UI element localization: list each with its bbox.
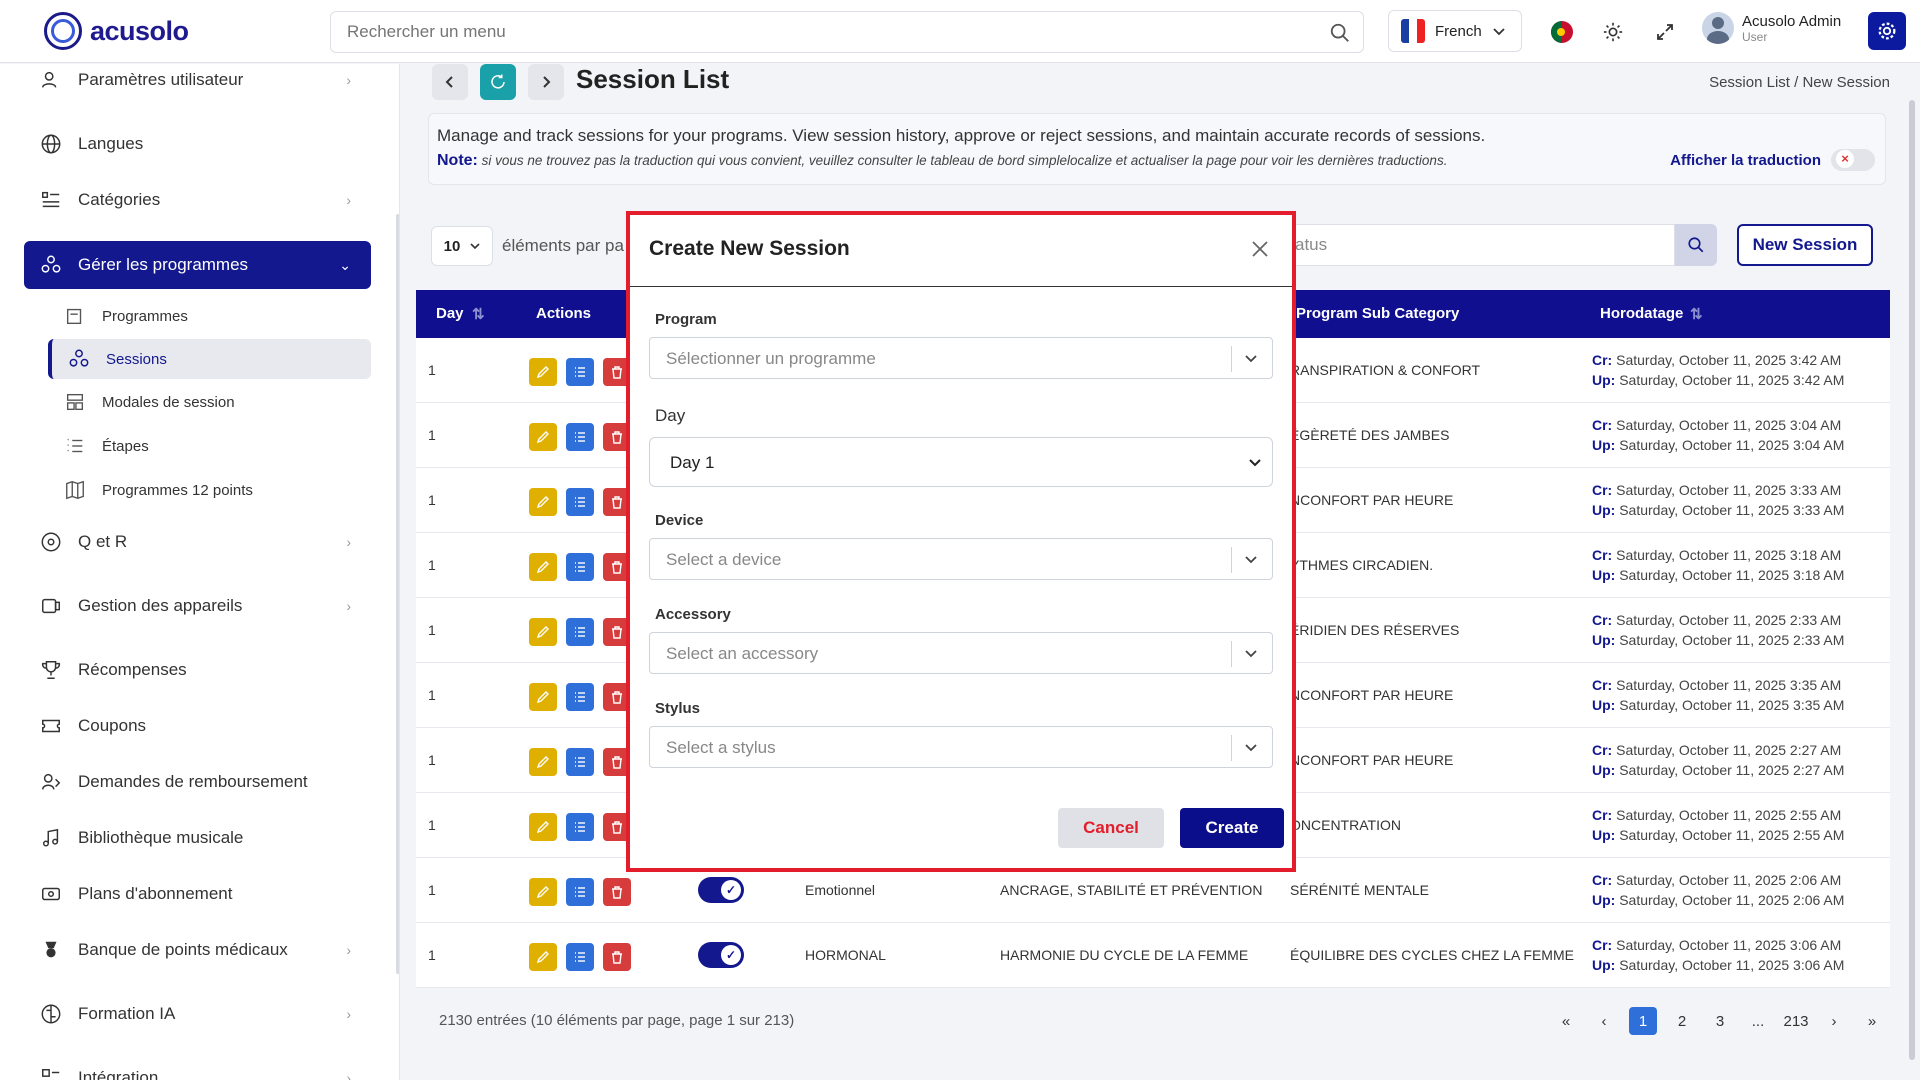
device-placeholder: Select a device: [666, 550, 782, 569]
select-separator: [1231, 641, 1232, 667]
accessory-select[interactable]: Select an accessory: [649, 632, 1273, 674]
device-label: Device: [655, 512, 704, 529]
chevron-down-icon[interactable]: [1242, 738, 1260, 756]
device-select[interactable]: Select a device: [649, 538, 1273, 580]
stylus-label: Stylus: [655, 700, 701, 717]
program-label: Program: [655, 311, 717, 328]
select-separator: [1231, 346, 1232, 372]
stylus-placeholder: Select a stylus: [666, 738, 776, 757]
create-button[interactable]: Create: [1180, 808, 1284, 848]
create-session-modal: Create New Session Program Sélectionner …: [626, 211, 1296, 872]
chevron-down-icon[interactable]: [1242, 550, 1260, 568]
accessory-placeholder: Select an accessory: [666, 644, 819, 663]
close-icon[interactable]: [1248, 237, 1272, 261]
select-separator: [1231, 547, 1232, 573]
cancel-button[interactable]: Cancel: [1058, 808, 1164, 848]
modal-header: Create New Session: [630, 215, 1292, 287]
chevron-down-icon[interactable]: [1242, 644, 1260, 662]
program-select[interactable]: Sélectionner un programme: [649, 337, 1273, 379]
chevron-down-icon[interactable]: [1242, 349, 1260, 367]
modal-overlay: Create New Session Program Sélectionner …: [0, 0, 1920, 1080]
modal-title: Create New Session: [649, 237, 850, 260]
day-value: Day 1: [670, 453, 715, 472]
accessory-label: Accessory: [655, 606, 731, 623]
program-placeholder: Sélectionner un programme: [666, 349, 876, 368]
select-separator: [1231, 735, 1232, 761]
stylus-select[interactable]: Select a stylus: [649, 726, 1273, 768]
day-label: Day: [655, 406, 686, 425]
day-select[interactable]: Day 1: [649, 437, 1273, 487]
chevron-down-icon: [1249, 459, 1261, 467]
